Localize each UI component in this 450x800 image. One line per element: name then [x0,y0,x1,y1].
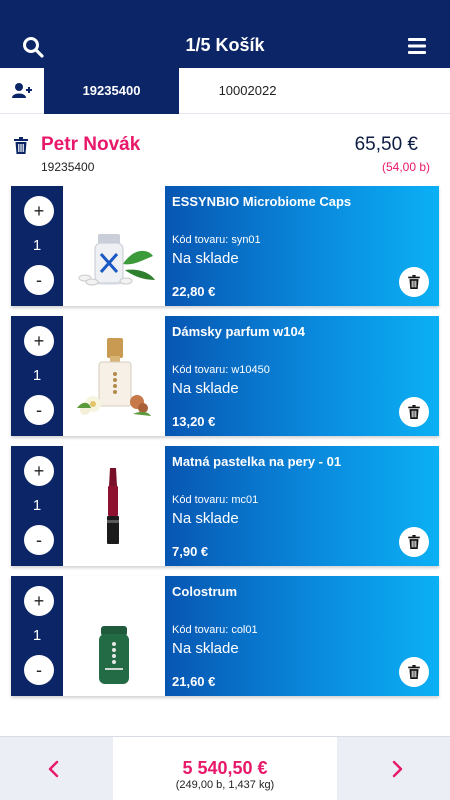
product-info: ESSYNBIO Microbiome Caps Kód tovaru: syn… [165,186,439,306]
product-name: ESSYNBIO Microbiome Caps [172,194,352,209]
product-price: 22,80 € [172,284,216,299]
trash-icon [408,275,420,289]
product-image [63,186,165,306]
customer-points: (54,00 b) [381,160,430,174]
delete-item-button[interactable] [399,397,429,427]
perfume-bottle-image [77,338,151,416]
product-image [63,316,165,436]
stock-status: Na sklade [172,380,239,397]
chevron-left-icon[interactable] [45,760,63,778]
tab-customer-10002022[interactable]: 10002022 [180,68,315,114]
delete-item-button[interactable] [399,267,429,297]
customer-id: 19235400 [41,160,95,174]
supplement-bottle-image [78,234,155,286]
product-name: Colostrum [172,584,237,599]
increase-quantity-button[interactable]: + [24,586,54,616]
cart-total-panel: 5 540,50 € (249,00 b, 1,437 kg) [113,737,337,800]
customer-name: Petr Novák [41,134,141,155]
product-image [63,576,165,696]
quantity-value: 1 [32,367,42,384]
product-code: Kód tovaru: col01 [172,624,258,636]
trash-icon [408,405,420,419]
quantity-stepper: + 1 - [11,446,63,566]
product-image [63,446,165,566]
tab-customer-19235400[interactable]: 19235400 [44,68,179,114]
product-price: 7,90 € [172,544,209,559]
delete-item-button[interactable] [399,657,429,687]
colostrum-jar-image [99,626,129,684]
decrease-quantity-button[interactable]: - [24,395,54,425]
increase-quantity-button[interactable]: + [24,326,54,356]
decrease-quantity-button[interactable]: - [24,525,54,555]
stock-status: Na sklade [172,510,239,527]
chevron-right-icon[interactable] [388,760,406,778]
quantity-value: 1 [32,627,42,644]
product-info: Dámsky parfum w104 Kód tovaru: w10450 Na… [165,316,439,436]
cart-item: + 1 - Colostrum Kód tovaru: col01 Na skl… [11,576,439,696]
product-name: Matná pastelka na pery - 01 [172,454,342,469]
trash-icon [408,535,420,549]
product-price: 21,60 € [172,674,216,689]
product-name: Dámsky parfum w104 [172,324,305,339]
cart-item: + 1 - ESSYNBIO Microbiome Caps Kód tovar… [11,186,439,306]
cart-footer: 5 540,50 € (249,00 b, 1,437 kg) [0,736,450,800]
cart-item: + 1 - Matná pastelka na pery - 01 Kód to… [11,446,439,566]
customer-tabs: 19235400 10002022 [0,68,450,114]
quantity-stepper: + 1 - [11,576,63,696]
increase-quantity-button[interactable]: + [24,456,54,486]
cart-total-details: (249,00 b, 1,437 kg) [175,779,275,791]
stock-status: Na sklade [172,640,239,657]
product-code: Kód tovaru: syn01 [172,234,261,246]
customer-summary: Petr Novák 19235400 65,50 € (54,00 b) [0,114,450,184]
increase-quantity-button[interactable]: + [24,196,54,226]
product-info: Matná pastelka na pery - 01 Kód tovaru: … [165,446,439,566]
delete-item-button[interactable] [399,527,429,557]
page-title: 1/5 Košík [185,35,265,55]
decrease-quantity-button[interactable]: - [24,265,54,295]
cart-item: + 1 - Dámsky parfum w104 Kód tovaru: w10… [11,316,439,436]
product-code: Kód tovaru: mc01 [172,494,259,506]
add-user-icon[interactable] [12,82,32,100]
quantity-stepper: + 1 - [11,186,63,306]
trash-icon [408,665,420,679]
quantity-value: 1 [32,497,42,514]
trash-icon[interactable] [14,137,28,154]
customer-total: 65,50 € [354,134,418,155]
product-info: Colostrum Kód tovaru: col01 Na sklade 21… [165,576,439,696]
product-price: 13,20 € [172,414,216,429]
product-code: Kód tovaru: w10450 [172,364,270,376]
decrease-quantity-button[interactable]: - [24,655,54,685]
quantity-value: 1 [32,237,42,254]
quantity-stepper: + 1 - [11,316,63,436]
lip-crayon-image [107,468,119,544]
hamburger-menu-icon[interactable] [406,36,428,56]
cart-total: 5 540,50 € [182,758,268,778]
stock-status: Na sklade [172,250,239,267]
app-header: 1/5 Košík [0,0,450,68]
